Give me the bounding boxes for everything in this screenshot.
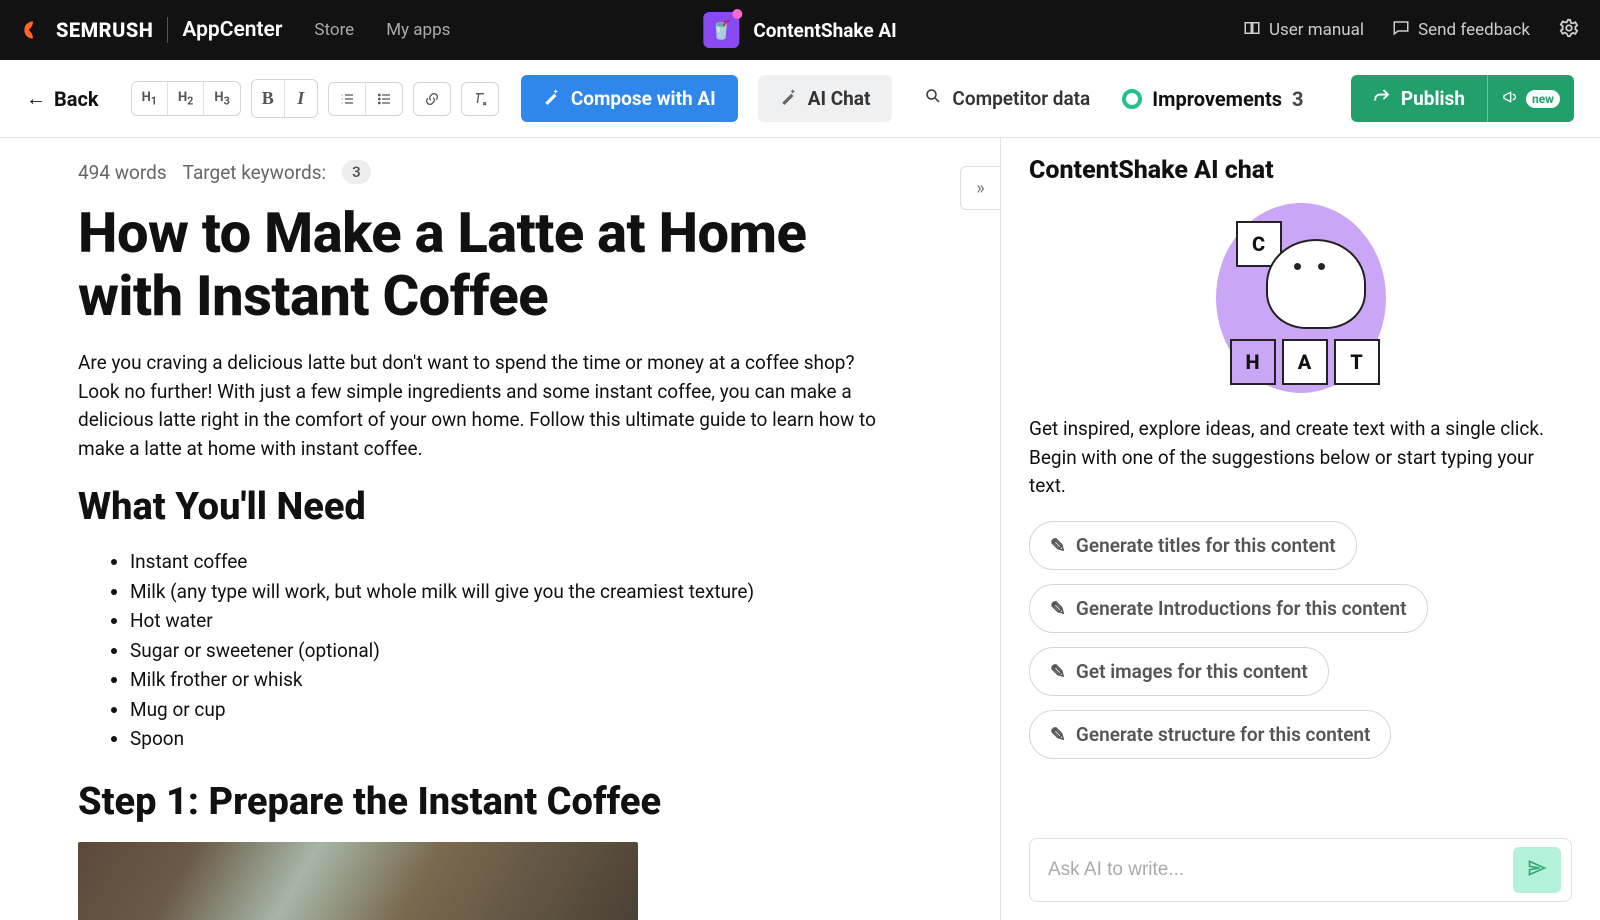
current-app: 🥤 ContentShake AI [703,12,896,48]
unordered-list-button[interactable] [366,83,402,115]
nav-store[interactable]: Store [314,20,354,40]
heading-group: H1 H2 H3 [131,81,241,117]
suggestion-titles[interactable]: ✎ Generate titles for this content [1029,521,1357,570]
bold-button[interactable]: B [252,80,285,117]
semrush-icon [20,17,46,43]
wand-icon: ✎ [1050,660,1066,683]
collapse-chat-button[interactable]: » [960,166,1000,210]
ai-chat-panel: ContentShake AI chat C H A T Get inspire… [1000,138,1600,920]
word-count: 494 words [78,161,167,184]
suggestion-images[interactable]: ✎ Get images for this content [1029,647,1329,696]
list-group [328,82,403,116]
settings-button[interactable] [1558,17,1580,44]
chat-intro-text: Get inspired, explore ideas, and create … [1029,415,1572,501]
book-icon [1243,19,1261,42]
wand-icon: ✎ [1050,723,1066,746]
list-item[interactable]: Sugar or sweetener (optional) [130,636,960,665]
doc-intro[interactable]: Are you craving a delicious latte but do… [78,349,888,463]
keywords-count-badge[interactable]: 3 [342,160,371,184]
competitor-data-button[interactable]: Competitor data [924,87,1090,110]
doc-heading-step1[interactable]: Step 1: Prepare the Instant Coffee [78,780,960,824]
progress-ring-icon [1122,89,1142,109]
share-icon [1373,87,1391,110]
wand-icon [780,87,798,110]
comment-icon [1392,19,1410,42]
chat-suggestions: ✎ Generate titles for this content ✎ Gen… [1029,521,1572,821]
list-item[interactable]: Hot water [130,606,960,635]
keywords-label: Target keywords: [183,161,326,184]
doc-meta: 494 words Target keywords: 3 [78,160,960,184]
back-button[interactable]: ← Back [26,86,99,111]
megaphone-icon [1502,89,1518,109]
appcenter-link[interactable]: AppCenter [182,18,282,42]
editor-toolbar: ← Back H1 H2 H3 B I Compose with AI AI C… [0,60,1600,138]
doc-heading-need[interactable]: What You'll Need [78,485,960,529]
contentshake-icon: 🥤 [703,12,739,48]
link-button[interactable] [413,82,451,116]
brand-divider [167,17,168,43]
gear-icon [1558,17,1580,44]
user-manual-link[interactable]: User manual [1243,19,1364,42]
top-bar: SEMRUSH AppCenter Store My apps 🥤 Conten… [0,0,1600,60]
chat-input-row [1029,838,1572,902]
list-item[interactable]: Milk (any type will work, but whole milk… [130,577,960,606]
doc-image-placeholder[interactable] [78,842,638,920]
ingredient-list[interactable]: Instant coffee Milk (any type will work,… [78,547,960,753]
wand-icon [543,87,561,110]
send-icon [1527,858,1547,882]
h1-button[interactable]: H1 [132,82,168,116]
chevron-right-icon: » [976,178,984,199]
editor-pane: » 494 words Target keywords: 3 How to Ma… [0,138,1000,920]
compose-ai-button[interactable]: Compose with AI [521,75,738,122]
wand-icon: ✎ [1050,534,1066,557]
ai-chat-button[interactable]: AI Chat [758,75,893,122]
list-item[interactable]: Mug or cup [130,695,960,724]
chat-send-button[interactable] [1513,847,1561,893]
format-group: B I [251,79,318,118]
send-feedback-link[interactable]: Send feedback [1392,19,1530,42]
publish-button[interactable]: Publish [1351,75,1487,122]
italic-button[interactable]: I [285,80,317,117]
new-badge: new [1526,90,1560,108]
list-item[interactable]: Spoon [130,724,960,753]
search-icon [924,87,942,110]
wand-icon: ✎ [1050,597,1066,620]
list-item[interactable]: Milk frother or whisk [130,665,960,694]
doc-title[interactable]: How to Make a Latte at Home with Instant… [78,202,918,327]
suggestion-structure[interactable]: ✎ Generate structure for this content [1029,710,1391,759]
publish-announce-button[interactable]: new [1487,75,1574,122]
improvements-button[interactable]: Improvements 3 [1122,87,1303,111]
ordered-list-button[interactable] [329,83,366,115]
arrow-left-icon: ← [26,86,46,111]
clear-format-button[interactable] [461,82,499,116]
app-name: ContentShake AI [753,19,896,42]
nav-myapps[interactable]: My apps [386,20,450,40]
chat-title: ContentShake AI chat [1029,156,1572,185]
chat-input[interactable] [1040,847,1503,893]
list-item[interactable]: Instant coffee [130,547,960,576]
suggestion-introductions[interactable]: ✎ Generate Introductions for this conten… [1029,584,1428,633]
brand-logo[interactable]: SEMRUSH [20,17,153,43]
h3-button[interactable]: H3 [204,82,239,116]
chat-bot-illustration: C H A T [1216,203,1386,393]
h2-button[interactable]: H2 [168,82,204,116]
brand-text: SEMRUSH [56,18,153,42]
